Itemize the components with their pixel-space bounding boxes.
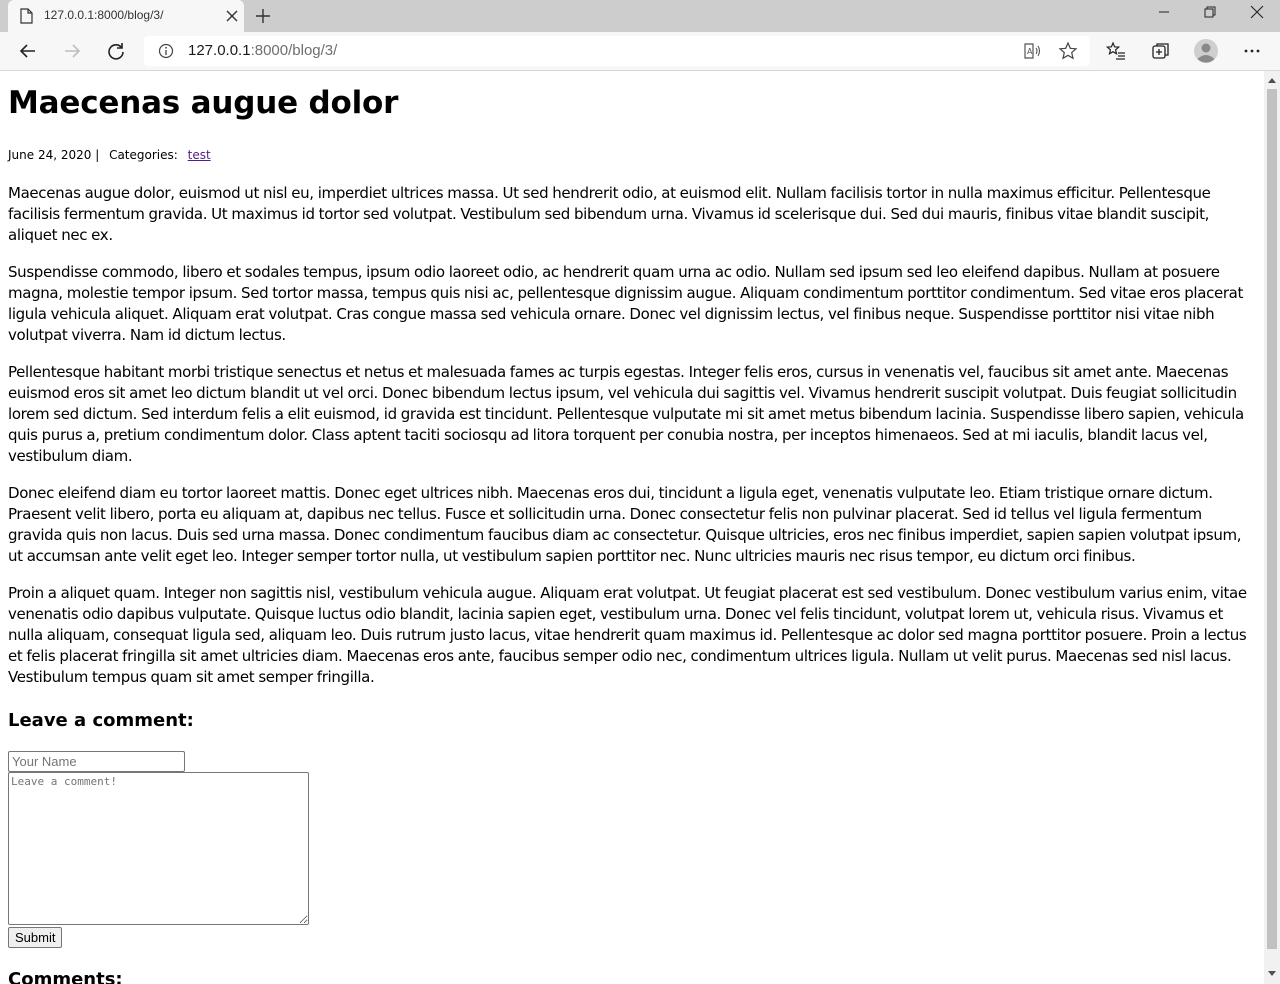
post-paragraph: Pellentesque habitant morbi tristique se… [8, 363, 1244, 465]
read-aloud-icon[interactable]: A [1022, 41, 1042, 61]
post-date: June 24, 2020 | [8, 148, 100, 162]
refresh-icon[interactable] [106, 41, 126, 61]
address-url[interactable]: 127.0.0.1:8000/blog/3/ [188, 42, 337, 59]
comment-textarea[interactable] [8, 772, 309, 925]
favorites-list-icon[interactable] [1106, 41, 1126, 61]
tab-title: 127.0.0.1:8000/blog/3/ [44, 8, 164, 22]
post-paragraph: Proin a aliquet quam. Integer non sagitt… [8, 584, 1247, 686]
post-meta: June 24, 2020 | Categories: test [8, 148, 1256, 163]
address-bar[interactable]: 127.0.0.1:8000/blog/3/ A [144, 36, 1090, 66]
restore-icon[interactable] [1200, 4, 1220, 20]
post-paragraph: Suspendisse commodo, libero et sodales t… [8, 263, 1244, 344]
vertical-scrollbar[interactable] [1264, 71, 1280, 984]
scroll-up-arrow-icon[interactable] [1268, 77, 1276, 83]
post-paragraph: Donec eleifend diam eu tortor laoreet ma… [8, 484, 1242, 565]
category-link[interactable]: test [188, 148, 211, 162]
page-viewport: Maecenas augue dolor June 24, 2020 | Cat… [0, 71, 1264, 984]
browser-tabstrip: 127.0.0.1:8000/blog/3/ [0, 0, 1280, 32]
collections-icon[interactable] [1151, 41, 1171, 61]
leave-comment-heading: Leave a comment: [8, 710, 194, 731]
minimize-icon[interactable] [1154, 4, 1174, 20]
browser-toolbar: 127.0.0.1:8000/blog/3/ A [0, 32, 1280, 71]
plus-icon[interactable] [254, 7, 272, 25]
more-options-icon[interactable] [1242, 41, 1262, 61]
post-title: Maecenas augue dolor [8, 85, 399, 121]
blog-post: Maecenas augue dolor June 24, 2020 | Cat… [0, 85, 1264, 984]
close-icon[interactable] [224, 8, 240, 24]
name-input[interactable] [8, 751, 185, 772]
scrollbar-thumb[interactable] [1267, 89, 1277, 949]
info-icon[interactable] [158, 43, 174, 59]
comment-form: Submit [8, 751, 1256, 948]
scroll-down-arrow-icon[interactable] [1268, 971, 1276, 977]
svg-text:A: A [1027, 47, 1033, 56]
page-icon [20, 8, 33, 24]
post-body: Maecenas augue dolor, euismod ut nisl eu… [8, 183, 1256, 688]
forward-arrow-icon[interactable] [62, 41, 82, 61]
profile-avatar[interactable] [1194, 39, 1218, 63]
submit-button[interactable]: Submit [8, 927, 63, 948]
url-host: 127.0.0.1 [188, 42, 251, 59]
url-path: :8000/blog/3/ [250, 42, 338, 59]
window-close-icon[interactable] [1247, 4, 1267, 20]
back-arrow-icon[interactable] [18, 41, 38, 61]
post-paragraph: Maecenas augue dolor, euismod ut nisl eu… [8, 184, 1211, 244]
browser-tab[interactable]: 127.0.0.1:8000/blog/3/ [8, 0, 244, 32]
star-icon[interactable] [1058, 41, 1078, 61]
comments-heading: Comments: [8, 969, 123, 984]
categories-label: Categories: [109, 148, 178, 162]
